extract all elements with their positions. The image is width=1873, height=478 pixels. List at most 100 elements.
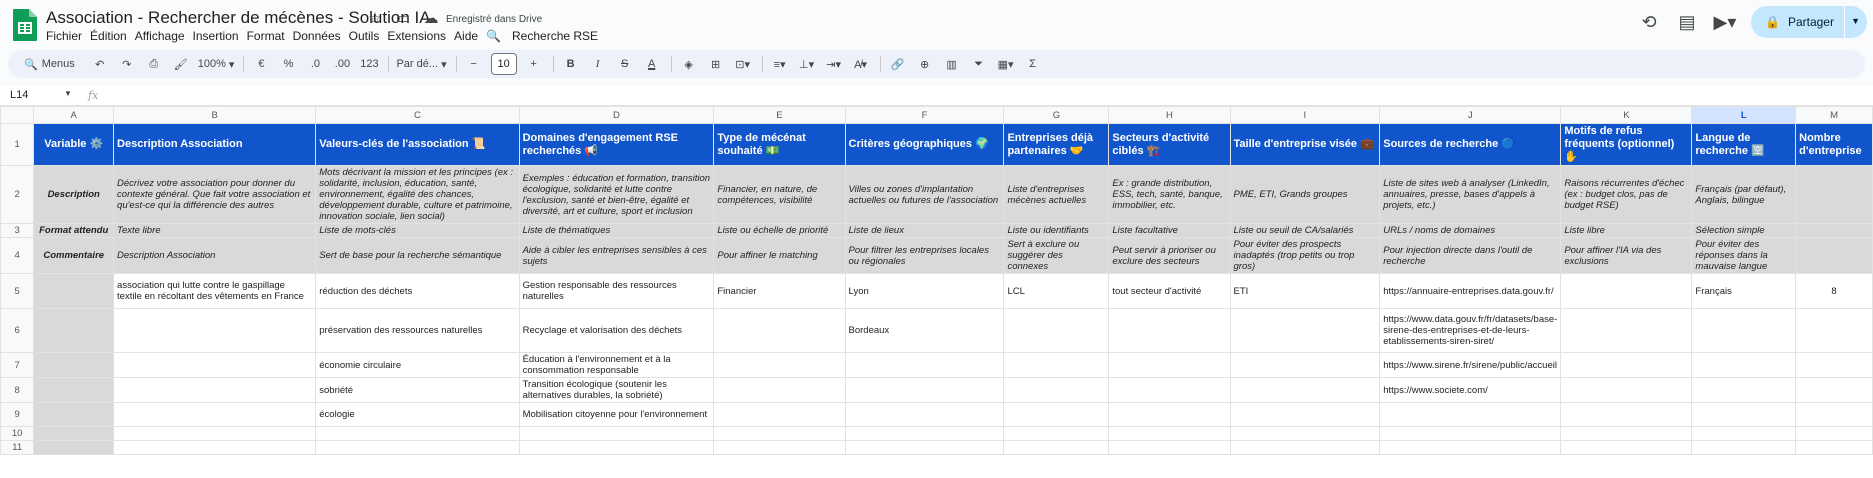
cell-h5[interactable]: tout secteur d'activité (1108, 273, 1231, 309)
row-header[interactable]: 7 (0, 352, 35, 378)
cell-j8[interactable]: https://www.societe.com/ (1379, 377, 1562, 403)
cell-j4[interactable]: Pour injection directe dans l'outil de r… (1379, 237, 1562, 274)
cell-b10[interactable] (113, 426, 317, 441)
cell-l7[interactable] (1691, 352, 1797, 378)
cell-k4[interactable]: Pour affiner l'IA via des exclusions (1560, 237, 1693, 274)
menu-aide[interactable]: Aide (454, 29, 486, 43)
cell-f3[interactable]: Liste de lieux (844, 223, 1005, 238)
cell-c8[interactable]: sobriété (315, 377, 520, 403)
column-header-l[interactable]: L (1691, 106, 1797, 124)
cell-c11[interactable] (315, 440, 520, 455)
cell-b6[interactable] (113, 308, 317, 353)
share-dropdown-icon[interactable]: ▼ (1851, 16, 1860, 26)
text-color-button[interactable]: A (642, 53, 662, 75)
cell-g10[interactable] (1003, 426, 1110, 441)
menu-donnees[interactable]: Données (293, 29, 349, 43)
zoom-select[interactable]: 100% ▾ (198, 53, 235, 75)
filter-views-icon[interactable]: ▦▾ (996, 53, 1016, 75)
cell-a7[interactable] (33, 352, 115, 378)
cell-e3[interactable]: Liste ou échelle de priorité (713, 223, 846, 238)
cell-f10[interactable] (844, 426, 1005, 441)
row-header[interactable]: 2 (0, 165, 35, 224)
number-format-button[interactable]: 123 (359, 53, 379, 75)
cell-l6[interactable] (1691, 308, 1797, 353)
borders-icon[interactable]: ⊞ (706, 53, 726, 75)
column-header-b[interactable]: B (113, 106, 317, 124)
cell-h1[interactable]: Secteurs d'activité ciblés 🏗️ (1108, 123, 1231, 166)
cell-j6[interactable]: https://www.data.gouv.fr/fr/datasets/bas… (1379, 308, 1562, 353)
cell-m11[interactable] (1795, 440, 1873, 455)
cell-k11[interactable] (1560, 440, 1693, 455)
insert-chart-icon[interactable]: ▥ (942, 53, 962, 75)
cell-k7[interactable] (1560, 352, 1693, 378)
cell-c3[interactable]: Liste de mots-clés (315, 223, 520, 238)
cell-j9[interactable] (1379, 402, 1562, 427)
column-header-j[interactable]: J (1379, 106, 1562, 124)
cell-l9[interactable] (1691, 402, 1797, 427)
cell-m4[interactable] (1795, 237, 1873, 274)
print-icon[interactable]: ⎙ (144, 53, 164, 75)
font-size-increase-button[interactable]: + (524, 53, 544, 75)
cell-i10[interactable] (1229, 426, 1381, 441)
sheets-logo-icon[interactable] (12, 8, 38, 42)
cell-h11[interactable] (1108, 440, 1231, 455)
cell-k3[interactable]: Liste libre (1560, 223, 1693, 238)
cell-m8[interactable] (1795, 377, 1873, 403)
cell-i8[interactable] (1229, 377, 1381, 403)
menu-recherche-rse[interactable]: 🔍 Recherche RSE (486, 29, 614, 43)
cell-b1[interactable]: Description Association (113, 123, 317, 166)
menu-edition[interactable]: Édition (90, 29, 135, 43)
cell-k10[interactable] (1560, 426, 1693, 441)
increase-decimal-button[interactable]: .00 (332, 53, 352, 75)
cell-h3[interactable]: Liste facultative (1108, 223, 1231, 238)
cell-g6[interactable] (1003, 308, 1110, 353)
cell-f6[interactable]: Bordeaux (844, 308, 1005, 353)
cell-k8[interactable] (1560, 377, 1693, 403)
cell-a1[interactable]: Variable ⚙️ (33, 123, 115, 166)
cell-a11[interactable] (33, 440, 115, 455)
cell-h6[interactable] (1108, 308, 1231, 353)
bold-button[interactable]: B (561, 53, 581, 75)
cell-g9[interactable] (1003, 402, 1110, 427)
cell-c1[interactable]: Valeurs-clés de l'association 📜 (315, 123, 520, 166)
cell-b2[interactable]: Décrivez votre association pour donner d… (113, 165, 317, 224)
cell-e4[interactable]: Pour affiner le matching (713, 237, 846, 274)
cell-e6[interactable] (713, 308, 846, 353)
currency-format-button[interactable]: € (251, 53, 271, 75)
cell-d2[interactable]: Exemples : éducation et formation, trans… (518, 165, 715, 224)
select-all-corner[interactable] (0, 106, 35, 124)
merge-cells-icon[interactable]: ⊡▾ (733, 53, 753, 75)
cell-g11[interactable] (1003, 440, 1110, 455)
star-icon[interactable]: ☆ (366, 10, 384, 28)
percent-format-button[interactable]: % (278, 53, 298, 75)
column-header-g[interactable]: G (1003, 106, 1110, 124)
cell-j11[interactable] (1379, 440, 1562, 455)
cell-m6[interactable] (1795, 308, 1873, 353)
cell-g7[interactable] (1003, 352, 1110, 378)
row-header[interactable]: 8 (0, 377, 35, 403)
cell-a4[interactable]: Commentaire (33, 237, 115, 274)
cell-a5[interactable] (33, 273, 115, 309)
column-header-f[interactable]: F (844, 106, 1005, 124)
cell-f7[interactable] (844, 352, 1005, 378)
cell-b11[interactable] (113, 440, 317, 455)
version-history-icon[interactable]: ⟲ (1637, 10, 1661, 34)
row-header[interactable]: 11 (0, 440, 35, 455)
cell-g4[interactable]: Sert à exclure ou suggérer des connexes (1003, 237, 1110, 274)
cloud-saved-icon[interactable]: ☁ (422, 10, 440, 28)
cell-e10[interactable] (713, 426, 846, 441)
cell-h2[interactable]: Ex : grande distribution, ESS, tech, san… (1108, 165, 1231, 224)
cell-e7[interactable] (713, 352, 846, 378)
cell-a3[interactable]: Format attendu (33, 223, 115, 238)
cell-k5[interactable] (1560, 273, 1693, 309)
menu-affichage[interactable]: Affichage (135, 29, 193, 43)
menu-format[interactable]: Format (247, 29, 293, 43)
cell-m2[interactable] (1795, 165, 1873, 224)
cell-i2[interactable]: PME, ETI, Grands groupes (1229, 165, 1381, 224)
decrease-decimal-button[interactable]: .0 (305, 53, 325, 75)
cell-m9[interactable] (1795, 402, 1873, 427)
cell-j3[interactable]: URLs / noms de domaines (1379, 223, 1562, 238)
column-header-a[interactable]: A (33, 106, 115, 124)
cell-l4[interactable]: Pour éviter des réponses dans la mauvais… (1691, 237, 1797, 274)
filter-icon[interactable]: ⏷ (969, 53, 989, 75)
